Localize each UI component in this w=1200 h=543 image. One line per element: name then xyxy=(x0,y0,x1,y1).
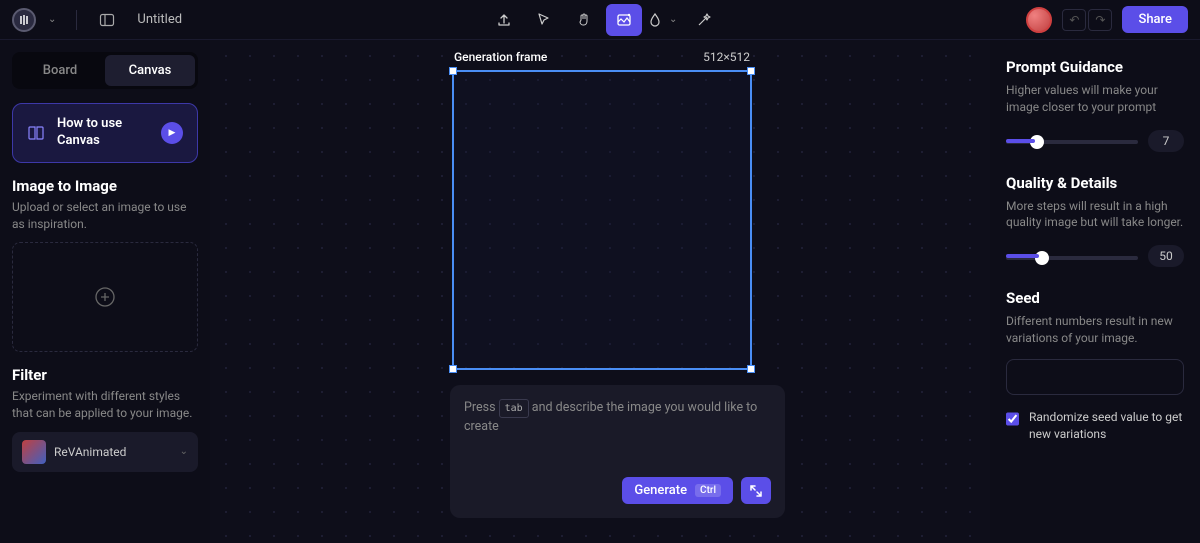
tab-key-hint: tab xyxy=(499,399,529,418)
seed-title: Seed xyxy=(1006,289,1184,307)
tab-canvas[interactable]: Canvas xyxy=(105,55,195,86)
left-panel: Board Canvas How to use Canvas ▶ Image t… xyxy=(0,40,210,543)
plus-circle-icon xyxy=(94,286,116,308)
panel-toggle-icon[interactable] xyxy=(93,6,121,34)
upload-image-button[interactable] xyxy=(12,242,198,352)
prompt-input[interactable]: Press tab and describe the image you wou… xyxy=(464,399,771,469)
resize-handle-tr[interactable] xyxy=(747,67,755,75)
filter-section: Filter Experiment with different styles … xyxy=(12,366,198,472)
tab-board[interactable]: Board xyxy=(15,55,105,86)
user-avatar[interactable] xyxy=(1026,7,1052,33)
quality-desc: More steps will result in a high quality… xyxy=(1006,198,1184,232)
wand-tool-icon[interactable] xyxy=(686,4,722,36)
hand-tool-icon[interactable] xyxy=(566,4,602,36)
erase-tool-icon[interactable]: ⌄ xyxy=(646,4,682,36)
generate-tool-icon[interactable] xyxy=(606,4,642,36)
prompt-guidance-value: 7 xyxy=(1148,130,1184,152)
resize-handle-br[interactable] xyxy=(747,365,755,373)
generate-button[interactable]: Generate Ctrl xyxy=(622,477,733,504)
resize-handle-bl[interactable] xyxy=(449,365,457,373)
filter-desc: Experiment with different styles that ca… xyxy=(12,388,198,422)
quality-slider[interactable] xyxy=(1006,256,1138,260)
frame-label: Generation frame xyxy=(454,50,547,64)
filter-thumbnail xyxy=(22,440,46,464)
prompt-box: Press tab and describe the image you wou… xyxy=(450,385,785,518)
canvas-area[interactable]: Generation frame 512×512 Press tab and d… xyxy=(210,40,990,543)
prompt-guidance-section: Prompt Guidance Higher values will make … xyxy=(1006,58,1184,152)
app-logo[interactable] xyxy=(12,8,36,32)
image-to-image-section: Image to Image Upload or select an image… xyxy=(12,177,198,353)
randomize-seed-checkbox[interactable] xyxy=(1006,411,1019,427)
seed-input[interactable] xyxy=(1006,359,1184,395)
share-button[interactable]: Share xyxy=(1122,6,1188,33)
filter-title: Filter xyxy=(12,366,198,384)
filter-select[interactable]: ReVAnimated ⌄ xyxy=(12,432,198,472)
ctrl-key-hint: Ctrl xyxy=(695,484,721,497)
right-panel: Prompt Guidance Higher values will make … xyxy=(990,40,1200,543)
image-to-image-title: Image to Image xyxy=(12,177,198,195)
select-tool-icon[interactable] xyxy=(526,4,562,36)
generation-frame[interactable]: Generation frame 512×512 xyxy=(452,70,752,370)
play-icon: ▶ xyxy=(161,122,183,144)
frame-dimensions: 512×512 xyxy=(703,50,750,64)
export-tool-icon[interactable] xyxy=(486,4,522,36)
workspace-dropdown[interactable]: ⌄ xyxy=(44,14,60,25)
randomize-seed-label: Randomize seed value to get new variatio… xyxy=(1029,409,1184,443)
prompt-guidance-title: Prompt Guidance xyxy=(1006,58,1184,76)
quality-title: Quality & Details xyxy=(1006,174,1184,192)
panel-tabs: Board Canvas xyxy=(12,52,198,89)
filter-selected-label: ReVAnimated xyxy=(54,445,172,459)
seed-desc: Different numbers result in new variatio… xyxy=(1006,313,1184,347)
undo-button[interactable]: ↶ xyxy=(1062,9,1086,31)
document-title[interactable]: Untitled xyxy=(137,12,182,27)
topbar: ⌄ Untitled ⌄ ↶ ↷ Shar xyxy=(0,0,1200,40)
resize-handle-tl[interactable] xyxy=(449,67,457,75)
chevron-down-icon: ⌄ xyxy=(180,446,188,457)
seed-section: Seed Different numbers result in new var… xyxy=(1006,289,1184,442)
quality-section: Quality & Details More steps will result… xyxy=(1006,174,1184,268)
expand-prompt-button[interactable] xyxy=(741,477,771,504)
prompt-guidance-slider[interactable] xyxy=(1006,140,1138,144)
book-icon xyxy=(27,124,45,142)
prompt-guidance-desc: Higher values will make your image close… xyxy=(1006,82,1184,116)
howto-text: How to use Canvas xyxy=(57,116,149,150)
howto-card[interactable]: How to use Canvas ▶ xyxy=(12,103,198,163)
redo-button[interactable]: ↷ xyxy=(1088,9,1112,31)
quality-value: 50 xyxy=(1148,245,1184,267)
image-to-image-desc: Upload or select an image to use as insp… xyxy=(12,199,198,233)
expand-icon xyxy=(749,484,763,498)
